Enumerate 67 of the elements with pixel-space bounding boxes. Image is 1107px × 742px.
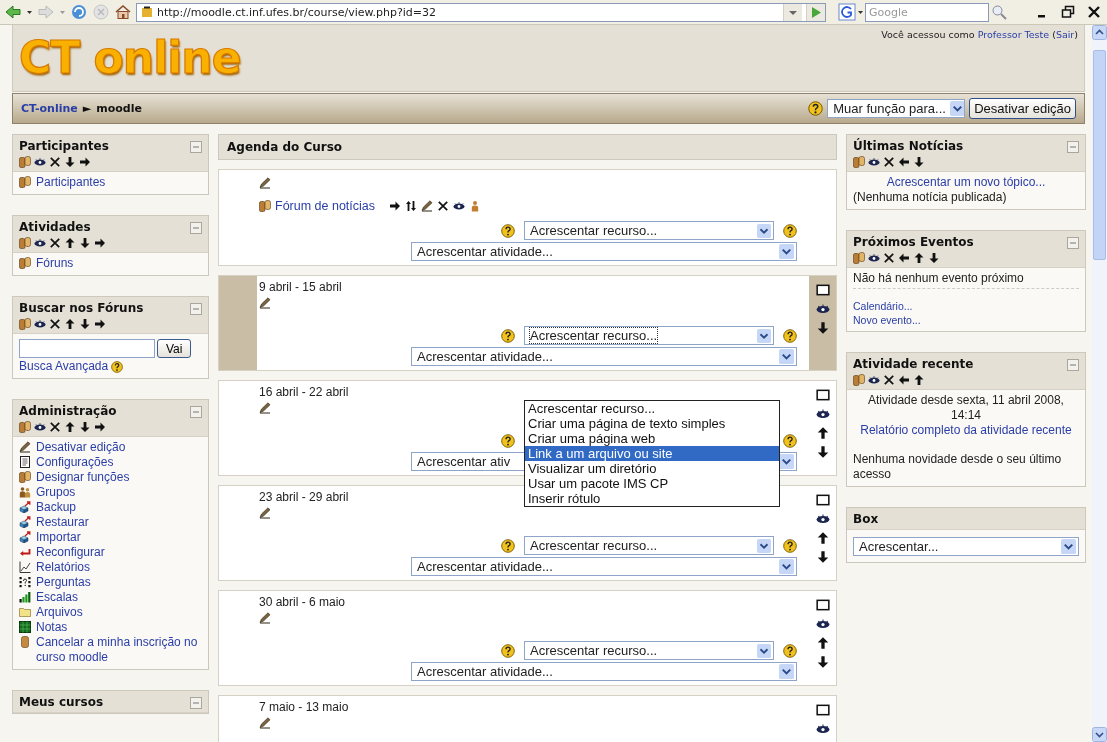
block-link[interactable]: Fóruns	[36, 256, 74, 271]
events-status: Não há nenhum evento próximo	[853, 271, 1079, 289]
block-link[interactable]: Participantes	[36, 175, 106, 190]
go-button[interactable]: Vai	[157, 339, 192, 358]
address-bar[interactable]: http://moodle.ct.inf.ufes.br/course/view.php?id=32	[136, 2, 826, 22]
block-link[interactable]: Backup	[36, 500, 77, 515]
search-field[interactable]: Google	[865, 2, 989, 22]
advanced-search-link[interactable]: Busca Avançada	[19, 359, 109, 374]
activity-select[interactable]: Acrescentar atividade...	[411, 242, 797, 261]
block-link[interactable]: Importar	[36, 530, 81, 545]
block-title: Atividades	[19, 220, 91, 234]
block-title: Próximos Eventos	[853, 235, 974, 249]
forum-link[interactable]: Fórum de notícias	[275, 199, 376, 213]
events-link[interactable]: Novo evento...	[853, 313, 1079, 327]
block-title: Administração	[19, 404, 117, 418]
role-select[interactable]: Muar função para...	[827, 99, 966, 118]
section-title: 9 abril - 15 abril	[259, 280, 342, 294]
dropdown-option[interactable]: Link a um arquivo ou site	[525, 446, 779, 461]
block-link[interactable]: Notas	[36, 620, 68, 635]
activity-since: Atividade desde sexta, 11 abril 2008, 14:14	[867, 393, 1065, 423]
resource-select[interactable]: Acrescentar recurso...	[524, 536, 774, 555]
activity-select[interactable]: Acrescentar atividade...	[411, 662, 797, 681]
report-link[interactable]: Relatório completo da atividade recente	[860, 423, 1072, 437]
resource-select[interactable]: Acrescentar recurso...	[524, 326, 774, 345]
dropdown-option[interactable]: Criar uma página web	[525, 431, 779, 446]
breadcrumb-separator: ►	[82, 102, 92, 115]
add-topic-link[interactable]: Acrescentar um novo tópico...	[886, 175, 1046, 189]
block-link[interactable]: Perguntas	[36, 575, 91, 590]
dropdown-option[interactable]: Inserir rótulo	[525, 491, 779, 506]
block-title: Participantes	[19, 139, 109, 153]
activity-select[interactable]: Acrescentar atividade...	[411, 557, 797, 576]
block-link[interactable]: Grupos	[36, 485, 76, 500]
breadcrumb-current: moodle	[96, 102, 142, 115]
activity-select[interactable]: Acrescentar atividade...	[411, 347, 797, 366]
section-title: 30 abril - 6 maio	[259, 595, 346, 609]
breadcrumb-link[interactable]: CT-online	[21, 102, 78, 115]
block-link[interactable]: Arquivos	[36, 605, 83, 620]
dropdown-option[interactable]: Usar um pacote IMS CP	[525, 476, 779, 491]
block-title: Buscar nos Fóruns	[19, 301, 144, 315]
block-link[interactable]: Relatórios	[36, 560, 91, 575]
events-link[interactable]: Calendário...	[853, 299, 1079, 313]
block-title: Atividade recente	[853, 357, 974, 371]
resource-select[interactable]: Acrescentar recurso...	[524, 641, 774, 660]
dropdown-option[interactable]: Acrescentar recurso...	[525, 401, 779, 416]
block-link[interactable]: Escalas	[36, 590, 79, 605]
edit-mode-button[interactable]: Desativar edição	[969, 98, 1076, 119]
block-link[interactable]: Restaurar	[36, 515, 89, 530]
activity-status: Nenhuma novidade desde o seu último acesso	[853, 452, 1063, 482]
block-link[interactable]: Designar funções	[36, 470, 130, 485]
block-link[interactable]: Reconfigurar	[36, 545, 105, 560]
login-info: Você acessou como Professor Teste (Sair)	[881, 29, 1078, 42]
block-link[interactable]: Cancelar a minha inscrição no curso moodle	[36, 635, 202, 665]
section-title: 16 abril - 22 abril	[259, 385, 349, 399]
resource-select[interactable]: Acrescentar recurso...	[524, 221, 774, 240]
block-title: Meus cursos	[19, 695, 104, 709]
add-block-select[interactable]: Acrescentar...	[853, 537, 1079, 556]
section-title: 7 maio - 13 maio	[259, 700, 349, 714]
course-title: Agenda do Curso	[227, 140, 343, 154]
login-link[interactable]: Professor Teste	[977, 29, 1050, 40]
dropdown-option[interactable]: Visualizar um diretório	[525, 461, 779, 476]
section-title: 23 abril - 29 abril	[259, 490, 349, 504]
block-link[interactable]: Configurações	[36, 455, 114, 470]
block-title: Box	[853, 512, 879, 526]
news-status: (Nenhuma notícia publicada)	[853, 190, 1008, 205]
dropdown-option[interactable]: Criar uma página de texto simples	[525, 416, 779, 431]
block-title: Últimas Notícias	[853, 139, 964, 153]
block-link[interactable]: Desativar edição	[36, 440, 126, 455]
